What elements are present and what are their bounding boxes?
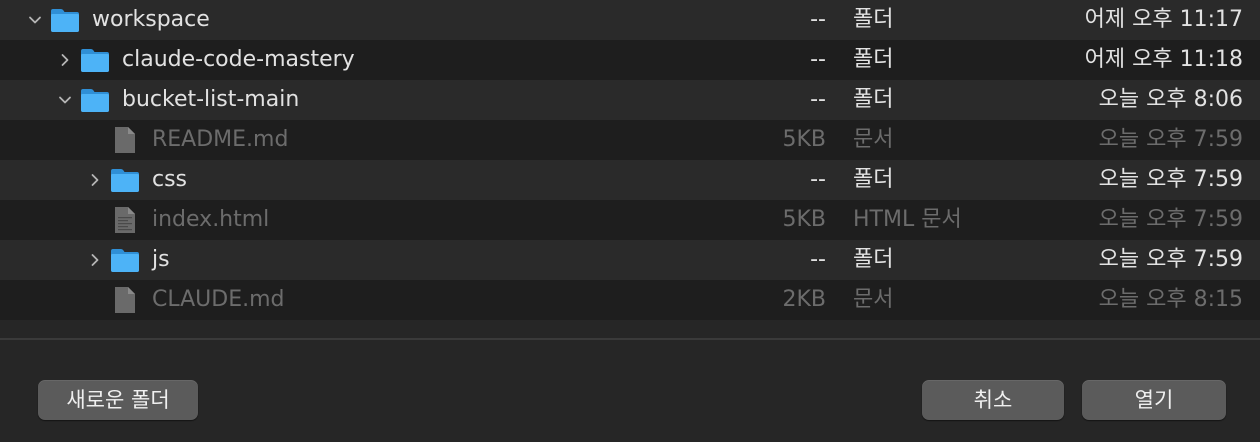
divider: [0, 338, 1260, 340]
folder-row[interactable]: js -- 폴더 오늘 오후 7:59: [0, 240, 1260, 280]
item-size: --: [810, 87, 826, 112]
file-open-dialog: workspace -- 폴더 어제 오후 11:17 claude-code-mast…: [0, 0, 1260, 442]
item-date-modified: 오늘 오후 7:59: [1098, 127, 1243, 152]
item-kind: 폴더: [853, 87, 894, 112]
item-date-modified: 어제 오후 11:17: [1084, 7, 1243, 32]
item-name: README.md: [152, 127, 289, 152]
item-size: --: [810, 247, 826, 272]
item-size: 5KB: [782, 127, 826, 152]
item-kind: 문서: [853, 287, 894, 312]
item-name: workspace: [92, 7, 210, 32]
item-name: claude-code-mastery: [122, 47, 355, 72]
item-kind: HTML 문서: [853, 207, 962, 232]
open-button[interactable]: 열기: [1082, 380, 1226, 420]
item-name: CLAUDE.md: [152, 287, 285, 312]
item-name: index.html: [152, 207, 270, 232]
item-date-modified: 오늘 오후 7:59: [1098, 247, 1243, 272]
html-document-icon: [110, 206, 140, 234]
cancel-button[interactable]: 취소: [922, 380, 1064, 420]
item-kind: 폴더: [853, 247, 894, 272]
item-kind: 폴더: [853, 47, 894, 72]
folder-row[interactable]: bucket-list-main -- 폴더 오늘 오후 8:06: [0, 80, 1260, 120]
folder-row[interactable]: css -- 폴더 오늘 오후 7:59: [0, 160, 1260, 200]
document-icon: [110, 286, 140, 314]
item-size: 5KB: [782, 207, 826, 232]
item-date-modified: 오늘 오후 7:59: [1098, 207, 1243, 232]
item-kind: 폴더: [853, 7, 894, 32]
chevron-down-icon[interactable]: [55, 80, 75, 120]
item-date-modified: 오늘 오후 8:06: [1098, 87, 1243, 112]
chevron-right-icon[interactable]: [85, 240, 105, 280]
file-row: CLAUDE.md 2KB 문서 오늘 오후 8:15: [0, 280, 1260, 320]
new-folder-button[interactable]: 새로운 폴더: [38, 380, 198, 420]
file-row: README.md 5KB 문서 오늘 오후 7:59: [0, 120, 1260, 160]
chevron-down-icon[interactable]: [25, 0, 45, 40]
item-size: 2KB: [782, 287, 826, 312]
item-name: js: [152, 247, 170, 272]
folder-row[interactable]: workspace -- 폴더 어제 오후 11:17: [0, 0, 1260, 40]
item-name: css: [152, 167, 188, 192]
file-row: index.html 5KB HTML 문서 오늘 오후 7:59: [0, 200, 1260, 240]
item-kind: 폴더: [853, 167, 894, 192]
item-date-modified: 오늘 오후 7:59: [1098, 167, 1243, 192]
folder-icon: [80, 46, 110, 74]
item-size: --: [810, 167, 826, 192]
folder-icon: [80, 86, 110, 114]
item-size: --: [810, 47, 826, 72]
chevron-right-icon[interactable]: [55, 40, 75, 80]
item-size: --: [810, 7, 826, 32]
item-name: bucket-list-main: [122, 87, 300, 112]
folder-icon: [110, 246, 140, 274]
item-date-modified: 오늘 오후 8:15: [1098, 287, 1243, 312]
file-browser-list: workspace -- 폴더 어제 오후 11:17 claude-code-mast…: [0, 0, 1260, 320]
folder-icon: [110, 166, 140, 194]
item-date-modified: 어제 오후 11:18: [1084, 47, 1243, 72]
folder-row[interactable]: claude-code-mastery -- 폴더 어제 오후 11:18: [0, 40, 1260, 80]
document-icon: [110, 126, 140, 154]
item-kind: 문서: [853, 127, 894, 152]
chevron-right-icon[interactable]: [85, 160, 105, 200]
folder-icon: [50, 6, 80, 34]
